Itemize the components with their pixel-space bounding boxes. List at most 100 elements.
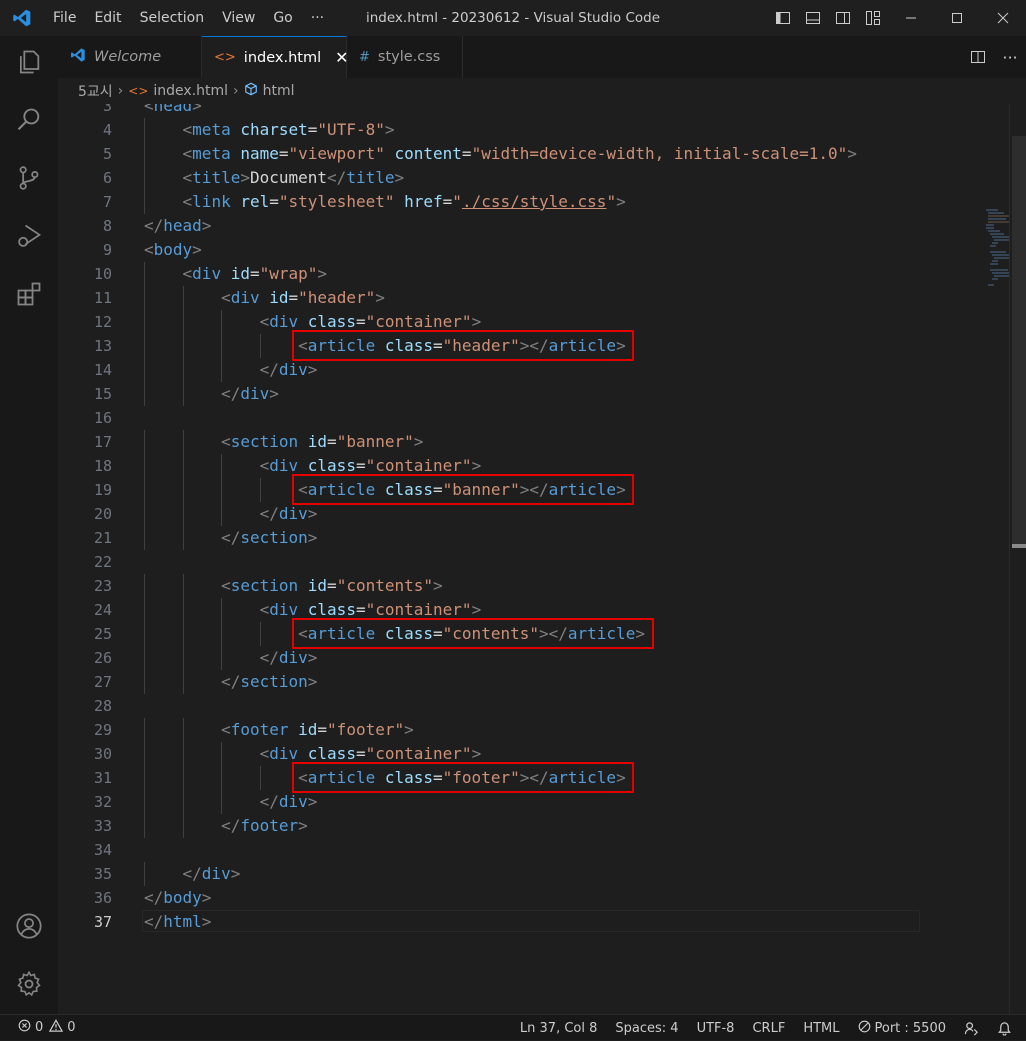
code-line[interactable]: 17 <section id="banner">: [58, 430, 920, 454]
code-text[interactable]: </div>: [144, 502, 318, 526]
code-line[interactable]: 36 </body>: [58, 886, 920, 910]
code-line[interactable]: 13 <article class="header"></article>: [58, 330, 920, 361]
breadcrumb-file[interactable]: index.html: [153, 83, 228, 99]
feedback-icon[interactable]: [955, 1021, 988, 1036]
code-line[interactable]: 34: [58, 838, 920, 862]
language-mode[interactable]: HTML: [794, 1021, 848, 1036]
code-line[interactable]: 20 </div>: [58, 502, 920, 526]
menu-file[interactable]: File: [44, 0, 85, 36]
code-line[interactable]: 31 <article class="footer"></article>: [58, 762, 920, 793]
source-control-icon[interactable]: [13, 162, 45, 194]
code-text[interactable]: <div id="header">: [144, 286, 385, 310]
code-text[interactable]: <head>: [144, 104, 202, 118]
code-text[interactable]: </div>: [144, 358, 318, 382]
encoding[interactable]: UTF-8: [688, 1021, 744, 1036]
more-actions-icon[interactable]: ···: [994, 36, 1026, 78]
code-text[interactable]: </html>: [144, 910, 211, 934]
code-line[interactable]: 9 <body>: [58, 238, 920, 262]
code-line[interactable]: 14 </div>: [58, 358, 920, 382]
html-file-icon: <>: [214, 50, 236, 65]
code-line[interactable]: 4 <meta charset="UTF-8">: [58, 118, 920, 142]
code-line[interactable]: 7 <link rel="stylesheet" href="./css/sty…: [58, 190, 920, 214]
code-text[interactable]: </section>: [144, 526, 317, 550]
toggle-secondary-sidebar-icon[interactable]: [828, 0, 858, 36]
code-text[interactable]: <title>Document</title>: [144, 166, 405, 190]
code-line[interactable]: 6 <title>Document</title>: [58, 166, 920, 190]
code-text[interactable]: <section id="banner">: [144, 430, 423, 454]
code-text[interactable]: <div id="wrap">: [144, 262, 328, 286]
code-line[interactable]: 19 <article class="banner"></article>: [58, 474, 920, 505]
live-server-port[interactable]: Port : 5500: [849, 1020, 956, 1037]
code-line[interactable]: 28: [58, 694, 920, 718]
vscode-logo-icon[interactable]: [12, 8, 32, 28]
code-text[interactable]: </div>: [144, 862, 241, 886]
code-lines[interactable]: 3 <head> 4 <meta charset="UTF-8"> 5 <meta n…: [58, 104, 920, 934]
close-window-icon[interactable]: [980, 0, 1026, 36]
code-line[interactable]: 23 <section id="contents">: [58, 574, 920, 598]
code-line[interactable]: 33 </footer>: [58, 814, 920, 838]
menu-more[interactable]: ···: [302, 0, 333, 36]
tab-welcome[interactable]: Welcome: [58, 36, 202, 78]
code-text[interactable]: <link rel="stylesheet" href="./css/style…: [144, 190, 626, 214]
minimize-icon[interactable]: [888, 0, 934, 36]
code-text[interactable]: </head>: [144, 214, 211, 238]
code-line[interactable]: 37 </html>: [58, 910, 920, 934]
code-text[interactable]: </footer>: [144, 814, 308, 838]
code-editor[interactable]: 3 <head> 4 <meta charset="UTF-8"> 5 <meta n…: [58, 104, 1026, 1014]
code-line[interactable]: 5 <meta name="viewport" content="width=d…: [58, 142, 920, 166]
warning-icon: [49, 1019, 64, 1036]
code-line[interactable]: 35 </div>: [58, 862, 920, 886]
code-text[interactable]: <meta name="viewport" content="width=dev…: [144, 142, 857, 166]
tab-index-html[interactable]: <> index.html ✕: [202, 36, 349, 78]
accounts-icon[interactable]: [13, 910, 45, 942]
scrollbar-thumb[interactable]: [1012, 136, 1026, 544]
code-line[interactable]: 32 </div>: [58, 790, 920, 814]
code-line[interactable]: 3 <head>: [58, 104, 920, 118]
toggle-panel-icon[interactable]: [798, 0, 828, 36]
menu-go[interactable]: Go: [264, 0, 301, 36]
line-number: 27: [93, 673, 112, 691]
code-text[interactable]: <footer id="footer">: [144, 718, 414, 742]
split-editor-icon[interactable]: [962, 36, 994, 78]
vertical-scrollbar[interactable]: [1009, 104, 1026, 1014]
cursor-position[interactable]: Ln 37, Col 8: [511, 1021, 606, 1036]
code-line[interactable]: 8 </head>: [58, 214, 920, 238]
customize-layout-icon[interactable]: [858, 0, 888, 36]
code-line[interactable]: 11 <div id="header">: [58, 286, 920, 310]
highlight-box: [292, 474, 635, 505]
code-line[interactable]: 22: [58, 550, 920, 574]
code-line[interactable]: 16: [58, 406, 920, 430]
maximize-icon[interactable]: [934, 0, 980, 36]
problems-indicator[interactable]: 0 0: [0, 1019, 76, 1036]
menu-view[interactable]: View: [213, 0, 264, 36]
toggle-primary-sidebar-icon[interactable]: [768, 0, 798, 36]
menu-selection[interactable]: Selection: [131, 0, 214, 36]
code-text[interactable]: </div>: [144, 382, 279, 406]
code-line[interactable]: 26 </div>: [58, 646, 920, 670]
extensions-icon[interactable]: [13, 278, 45, 310]
search-icon[interactable]: [13, 104, 45, 136]
code-line[interactable]: 25 <article class="contents"></article>: [58, 618, 920, 649]
code-text[interactable]: </body>: [144, 886, 211, 910]
code-text[interactable]: <body>: [144, 238, 202, 262]
code-text[interactable]: </div>: [144, 790, 318, 814]
code-line[interactable]: 27 </section>: [58, 670, 920, 694]
run-debug-icon[interactable]: [13, 220, 45, 252]
code-line[interactable]: 10 <div id="wrap">: [58, 262, 920, 286]
menu-edit[interactable]: Edit: [85, 0, 130, 36]
breadcrumb-folder[interactable]: 5교시: [78, 81, 113, 101]
tab-style-css[interactable]: # style.css: [347, 36, 463, 78]
settings-gear-icon[interactable]: [13, 968, 45, 1000]
code-text[interactable]: <meta charset="UTF-8">: [144, 118, 395, 142]
code-text[interactable]: </div>: [144, 646, 318, 670]
notifications-bell-icon[interactable]: [988, 1021, 1026, 1036]
code-line[interactable]: 15 </div>: [58, 382, 920, 406]
indentation[interactable]: Spaces: 4: [606, 1021, 687, 1036]
code-text[interactable]: </section>: [144, 670, 317, 694]
end-of-line[interactable]: CRLF: [743, 1021, 794, 1036]
explorer-icon[interactable]: [13, 46, 45, 78]
code-text[interactable]: <section id="contents">: [144, 574, 443, 598]
code-line[interactable]: 29 <footer id="footer">: [58, 718, 920, 742]
code-line[interactable]: 21 </section>: [58, 526, 920, 550]
breadcrumb-symbol[interactable]: html: [263, 83, 295, 99]
